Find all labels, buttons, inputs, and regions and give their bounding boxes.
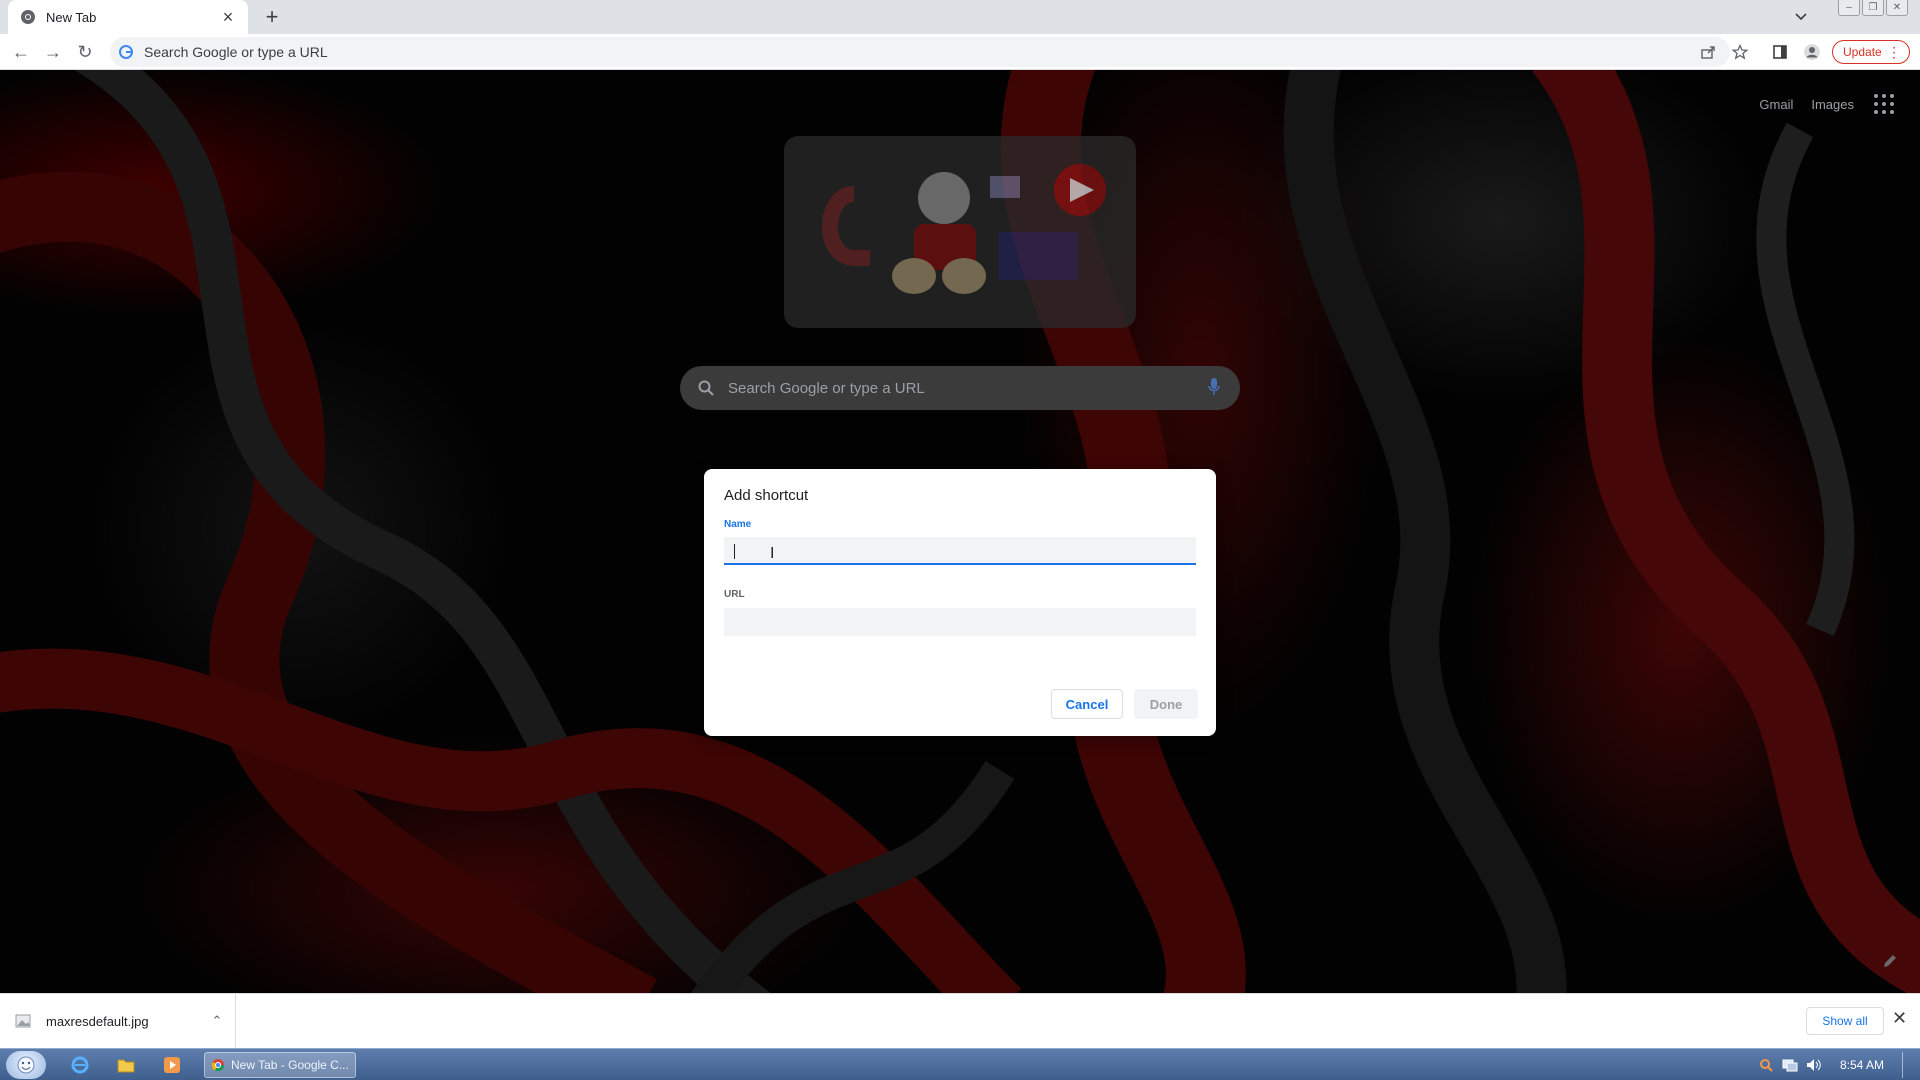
- name-input[interactable]: [724, 537, 1196, 565]
- address-bar-placeholder: Search Google or type a URL: [144, 44, 328, 60]
- smiley-icon: [17, 1056, 35, 1074]
- minimize-button[interactable]: –: [1838, 0, 1860, 16]
- taskbar-clock[interactable]: 8:54 AM: [1840, 1058, 1884, 1072]
- dialog-title: Add shortcut: [724, 487, 809, 504]
- back-icon[interactable]: ←: [8, 39, 34, 65]
- chevron-up-icon[interactable]: ⌃: [207, 1013, 227, 1029]
- restore-button[interactable]: ❐: [1862, 0, 1884, 16]
- google-doodle[interactable]: [784, 136, 1136, 328]
- images-link[interactable]: Images: [1811, 97, 1854, 112]
- ntp-search-box[interactable]: Search Google or type a URL: [680, 366, 1240, 410]
- window-controls: – ❐ ✕: [1838, 0, 1908, 16]
- text-caret: [734, 544, 735, 559]
- forward-icon[interactable]: →: [40, 39, 66, 65]
- side-panel-icon[interactable]: [1768, 40, 1792, 64]
- microphone-icon[interactable]: [1208, 378, 1220, 396]
- media-player-icon[interactable]: [158, 1053, 186, 1077]
- chrome-icon: [20, 9, 36, 25]
- search-icon: [698, 380, 714, 396]
- update-label: Update: [1843, 45, 1882, 59]
- chevron-down-icon[interactable]: [1788, 4, 1814, 30]
- ntp-search-placeholder: Search Google or type a URL: [728, 379, 925, 397]
- volume-icon[interactable]: [1806, 1057, 1822, 1073]
- show-desktop-button[interactable]: [1902, 1052, 1912, 1078]
- top-links: Gmail Images: [1759, 92, 1896, 116]
- customize-pencil-icon[interactable]: [1882, 953, 1898, 969]
- update-button[interactable]: Update ⋮: [1832, 40, 1910, 64]
- internet-explorer-icon[interactable]: [66, 1053, 94, 1077]
- name-label: Name: [724, 519, 752, 530]
- done-button[interactable]: Done: [1134, 689, 1198, 719]
- reload-icon[interactable]: ↻: [72, 39, 98, 65]
- network-icon[interactable]: [1782, 1057, 1798, 1073]
- download-item[interactable]: maxresdefault.jpg ⌃: [14, 994, 236, 1048]
- image-file-icon: [15, 1014, 31, 1028]
- new-tab-page: Gmail Images Search Google or type a URL…: [0, 70, 1920, 993]
- start-button[interactable]: [6, 1051, 46, 1079]
- search-icon[interactable]: [1758, 1057, 1774, 1073]
- profile-avatar-icon[interactable]: [1800, 40, 1824, 64]
- bookmark-star-icon[interactable]: [1728, 40, 1752, 64]
- close-window-button[interactable]: ✕: [1886, 0, 1908, 16]
- url-input[interactable]: [724, 608, 1196, 636]
- url-label: URL: [724, 589, 745, 600]
- browser-toolbar: ← → ↻ Search Google or type a URL Update…: [0, 34, 1920, 70]
- google-apps-icon[interactable]: [1872, 92, 1896, 116]
- file-explorer-icon[interactable]: [112, 1053, 140, 1077]
- gmail-link[interactable]: Gmail: [1759, 97, 1793, 112]
- os-taskbar: New Tab - Google C... 8:54 AM: [0, 1048, 1920, 1080]
- kebab-menu-icon: ⋮: [1887, 44, 1901, 60]
- address-bar[interactable]: Search Google or type a URL: [110, 37, 1730, 67]
- tab-title: New Tab: [46, 9, 97, 25]
- download-file-name: maxresdefault.jpg: [46, 1013, 149, 1029]
- chrome-icon: [211, 1059, 224, 1072]
- download-bar: maxresdefault.jpg ⌃ Show all ✕: [0, 993, 1920, 1048]
- cancel-button[interactable]: Cancel: [1051, 689, 1123, 719]
- system-tray: 8:54 AM: [1758, 1052, 1912, 1078]
- taskbar-window-label: New Tab - Google C...: [231, 1058, 349, 1072]
- google-g-icon: [118, 44, 134, 60]
- share-icon[interactable]: [1696, 40, 1720, 64]
- new-tab-button[interactable]: +: [258, 3, 286, 31]
- tab-new-tab[interactable]: New Tab ×: [8, 0, 248, 34]
- tab-strip: New Tab × + – ❐ ✕: [0, 0, 1920, 34]
- show-all-button[interactable]: Show all: [1806, 1007, 1884, 1035]
- close-icon[interactable]: ✕: [1892, 1008, 1907, 1029]
- i-beam-cursor-icon: I: [770, 545, 775, 562]
- add-shortcut-dialog: Add shortcut Name I URL Cancel Done: [704, 469, 1216, 736]
- taskbar-chrome-window[interactable]: New Tab - Google C...: [204, 1052, 356, 1078]
- close-icon[interactable]: ×: [218, 7, 238, 27]
